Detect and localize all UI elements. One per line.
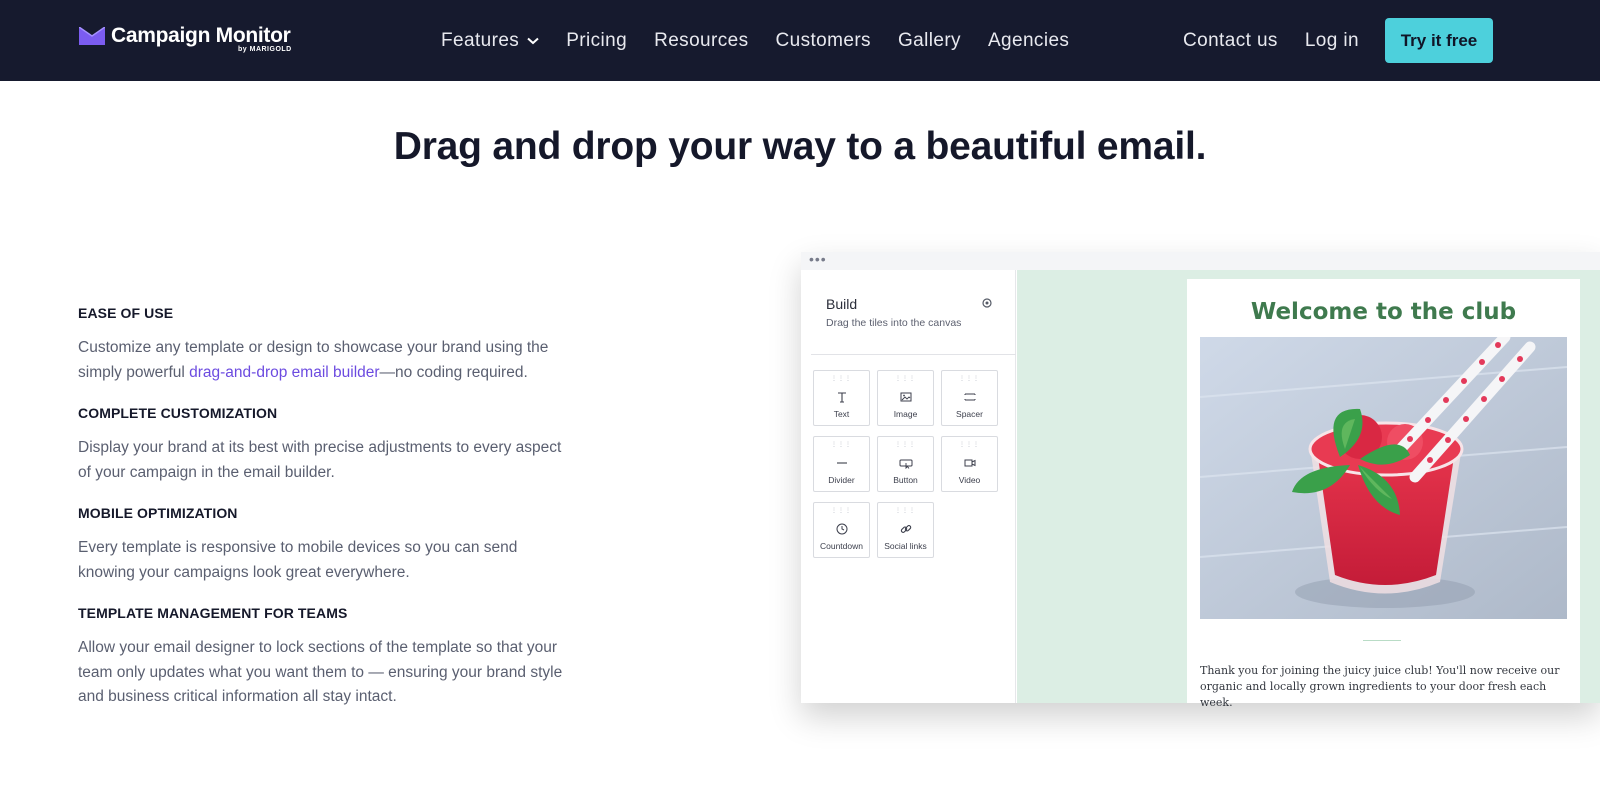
feature-title: EASE OF USE xyxy=(78,305,174,321)
nav-features[interactable]: Features xyxy=(441,30,539,52)
email-body-text: Thank you for joining the juicy juice cl… xyxy=(1200,664,1560,709)
grip-icon: ⋮⋮⋮ xyxy=(831,508,852,514)
tile-label: Image xyxy=(893,409,918,419)
tile-button[interactable]: ⋮⋮⋮ Button xyxy=(877,436,934,492)
tile-countdown[interactable]: ⋮⋮⋮ Countdown xyxy=(813,502,870,558)
feature-text: Customize any template or design to show… xyxy=(78,336,568,385)
chevron-down-icon xyxy=(527,37,539,44)
feature-title: COMPLETE CUSTOMIZATION xyxy=(78,405,278,421)
email-builder-mockup: ••• Build Drag the tiles into the canvas… xyxy=(801,251,1600,709)
build-title: Build xyxy=(826,296,858,312)
feature-text: Every template is responsive to mobile d… xyxy=(78,539,518,581)
tile-label: Spacer xyxy=(956,409,983,419)
nav-customers[interactable]: Customers xyxy=(776,30,871,52)
nav-menu: Features Pricing Resources Customers Gal… xyxy=(441,0,1096,81)
nav-features-label: Features xyxy=(441,29,520,51)
brand-logo[interactable]: Campaign Monitor xyxy=(79,25,291,47)
feature-title: TEMPLATE MANAGEMENT FOR TEAMS xyxy=(78,605,348,621)
brand-byline: by MARIGOLD xyxy=(238,46,292,53)
image-icon xyxy=(900,392,912,402)
text-icon xyxy=(838,392,846,403)
divider-icon xyxy=(837,462,847,464)
try-it-free-button[interactable]: Try it free xyxy=(1385,18,1493,63)
email-divider xyxy=(1363,640,1401,641)
email-title: Welcome to the club xyxy=(1250,299,1517,325)
grip-icon: ⋮⋮⋮ xyxy=(959,442,980,448)
gear-icon[interactable] xyxy=(981,297,993,309)
tile-video[interactable]: ⋮⋮⋮ Video xyxy=(941,436,998,492)
feature-mobile-optimization: MOBILE OPTIMIZATION Every template is re… xyxy=(78,505,568,585)
link-icon xyxy=(900,525,912,533)
envelope-logo-icon xyxy=(79,27,105,45)
nav-pricing[interactable]: Pricing xyxy=(566,30,627,52)
feature-text: Allow your email designer to lock sectio… xyxy=(78,639,563,705)
contact-us-link[interactable]: Contact us xyxy=(1183,30,1278,52)
page-headline: Drag and drop your way to a beautiful em… xyxy=(393,125,1207,168)
feature-title: MOBILE OPTIMIZATION xyxy=(78,505,238,521)
spacer-icon xyxy=(964,393,976,401)
login-link[interactable]: Log in xyxy=(1305,30,1359,52)
nav-actions: Contact us Log in Try it free xyxy=(1156,0,1493,81)
grip-icon: ⋮⋮⋮ xyxy=(831,376,852,382)
email-preview: Welcome to the club Thank you for joinin… xyxy=(1187,279,1580,709)
feature-ease-of-use: EASE OF USE Customize any template or de… xyxy=(78,305,568,385)
top-navbar: Campaign Monitor by MARIGOLD Features Pr… xyxy=(0,0,1600,81)
tile-text[interactable]: ⋮⋮⋮ Text xyxy=(813,370,870,426)
countdown-icon xyxy=(836,523,848,535)
tile-label: Social links xyxy=(884,541,927,551)
grip-icon: ⋮⋮⋮ xyxy=(959,376,980,382)
juice-drink-photo xyxy=(1200,337,1567,619)
feature-text-part: —no coding required. xyxy=(379,363,528,381)
grip-icon: ⋮⋮⋮ xyxy=(895,376,916,382)
window-dots: ••• xyxy=(809,251,827,267)
tile-label: Countdown xyxy=(819,541,863,551)
builder-window: Build Drag the tiles into the canvas ⋮⋮⋮… xyxy=(801,270,1600,709)
tile-image[interactable]: ⋮⋮⋮ Image xyxy=(877,370,934,426)
nav-agencies[interactable]: Agencies xyxy=(988,30,1069,52)
sidebar-divider xyxy=(811,354,1016,355)
button-icon xyxy=(899,459,913,470)
feature-complete-customization: COMPLETE CUSTOMIZATION Display your bran… xyxy=(78,405,568,485)
tile-label: Text xyxy=(833,409,850,419)
tile-social-links[interactable]: ⋮⋮⋮ Social links xyxy=(877,502,934,558)
grip-icon: ⋮⋮⋮ xyxy=(831,442,852,448)
nav-resources[interactable]: Resources xyxy=(654,30,748,52)
feature-template-management: TEMPLATE MANAGEMENT FOR TEAMS Allow your… xyxy=(78,605,568,710)
grip-icon: ⋮⋮⋮ xyxy=(895,442,916,448)
video-icon xyxy=(964,459,976,467)
brand-name: Campaign Monitor xyxy=(111,24,291,47)
drag-and-drop-builder-link[interactable]: drag-and-drop email builder xyxy=(189,364,379,381)
build-subtitle: Drag the tiles into the canvas xyxy=(826,317,962,329)
tile-spacer[interactable]: ⋮⋮⋮ Spacer xyxy=(941,370,998,426)
tile-label: Video xyxy=(958,475,981,485)
feature-text: Display your brand at its best with prec… xyxy=(78,439,562,481)
builder-canvas[interactable]: Welcome to the club Thank you for joinin… xyxy=(1017,270,1600,709)
tile-divider[interactable]: ⋮⋮⋮ Divider xyxy=(813,436,870,492)
feature-list: EASE OF USE Customize any template or de… xyxy=(78,305,568,730)
nav-gallery[interactable]: Gallery xyxy=(898,30,961,52)
build-sidebar: Build Drag the tiles into the canvas ⋮⋮⋮… xyxy=(801,270,1016,703)
tile-label: Divider xyxy=(828,475,855,485)
grip-icon: ⋮⋮⋮ xyxy=(895,508,916,514)
tile-label: Button xyxy=(893,475,918,485)
